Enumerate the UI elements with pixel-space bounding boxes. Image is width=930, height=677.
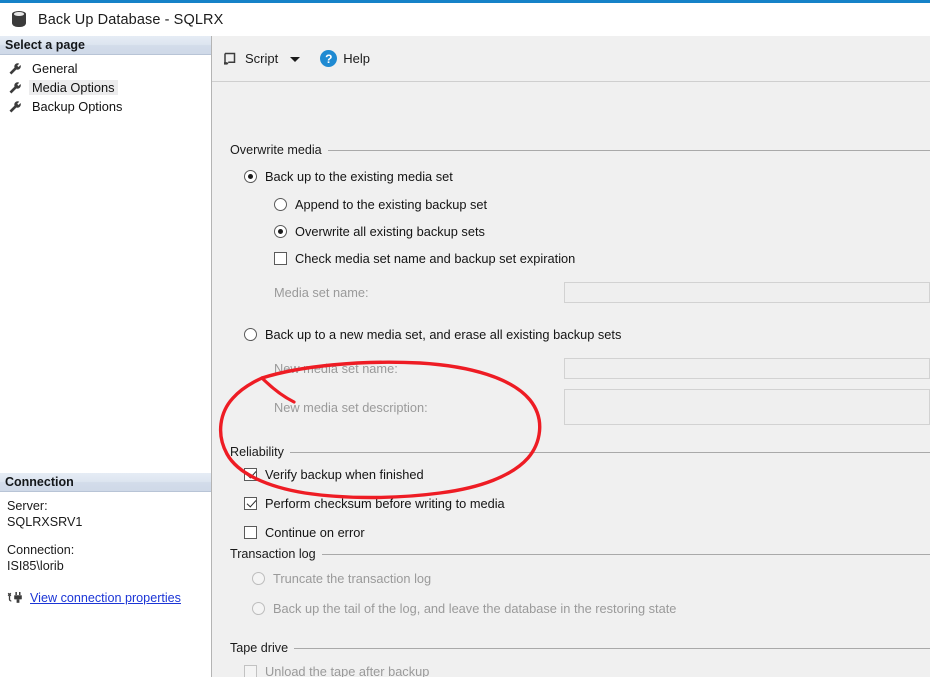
overwrite-media-title-row: Overwrite media <box>230 142 930 158</box>
view-connection-properties-row[interactable]: View connection properties <box>7 591 211 605</box>
reliability-group: Reliability Verify backup when finished … <box>230 444 930 543</box>
option-label: Unload the tape after backup <box>265 663 430 677</box>
group-title: Transaction log <box>230 547 316 561</box>
new-media-set-name-input[interactable] <box>564 357 930 379</box>
option-label: Continue on error <box>265 524 365 540</box>
sidebar-item-media-options[interactable]: Media Options <box>0 78 211 97</box>
transaction-log-group: Transaction log Truncate the transaction… <box>230 546 930 619</box>
page-list: General Media Options Backup Options <box>0 55 211 116</box>
checkbox-verify-backup-when-finished[interactable]: Verify backup when finished <box>244 463 930 485</box>
connection-user-label: Connection: <box>7 543 75 557</box>
new-media-set-description-row: New media set description: <box>274 387 930 427</box>
help-question-icon: ? <box>320 50 338 67</box>
sidebar-item-backup-options[interactable]: Backup Options <box>0 97 211 116</box>
sidebar: Select a page General Media Options Back… <box>0 36 211 677</box>
script-icon <box>222 50 239 67</box>
help-button[interactable]: ? Help <box>300 50 370 67</box>
connection-header-label: Connection <box>5 475 74 489</box>
new-media-set-description-label: New media set description: <box>274 399 428 415</box>
checkbox-check-media-set-name[interactable]: Check media set name and backup set expi… <box>274 247 930 269</box>
checkbox-indicator <box>244 664 257 677</box>
tape-drive-group: Tape drive Unload the tape after backup … <box>230 640 930 677</box>
view-connection-properties-link[interactable]: View connection properties <box>30 591 181 605</box>
reliability-title-row: Reliability <box>230 444 930 460</box>
server-value: SQLRXSRV1 <box>7 515 83 529</box>
overwrite-media-group: Overwrite media Back up to the existing … <box>230 142 930 427</box>
radio-indicator[interactable] <box>244 327 257 341</box>
checkbox-indicator[interactable] <box>244 467 257 481</box>
script-label: Script <box>245 51 279 66</box>
checkbox-indicator[interactable] <box>274 251 287 265</box>
sidebar-item-label: Backup Options <box>32 99 123 114</box>
new-media-set-name-row: New media set name: <box>274 355 930 381</box>
sidebar-item-label: Media Options <box>29 80 118 95</box>
radio-truncate-transaction-log: Truncate the transaction log <box>252 567 930 589</box>
media-set-name-label: Media set name: <box>274 284 369 300</box>
help-label: Help <box>343 51 370 66</box>
select-a-page-header: Select a page <box>0 36 211 55</box>
tape-drive-title-row: Tape drive <box>230 640 930 656</box>
radio-backup-tail-of-log: Back up the tail of the log, and leave t… <box>252 597 930 619</box>
radio-indicator[interactable] <box>244 169 257 183</box>
option-label: Check media set name and backup set expi… <box>295 250 576 266</box>
wrench-icon <box>8 62 22 76</box>
media-set-name-row: Media set name: <box>274 279 930 305</box>
radio-indicator[interactable] <box>274 197 287 211</box>
sidebar-item-label: General <box>32 61 78 76</box>
option-label: Truncate the transaction log <box>273 570 432 586</box>
new-media-set-description-input[interactable] <box>564 389 930 425</box>
server-label: Server: <box>7 499 48 513</box>
radio-overwrite-all-backup-sets[interactable]: Overwrite all existing backup sets <box>274 220 930 242</box>
wrench-icon <box>8 100 22 114</box>
connection-user-value: ISI85\lorib <box>7 559 64 573</box>
checkbox-indicator[interactable] <box>244 525 257 539</box>
backup-database-dialog: Back Up Database - SQLRX Select a page G… <box>0 0 930 677</box>
radio-backup-existing-media-set[interactable]: Back up to the existing media set <box>244 165 930 187</box>
group-divider-line <box>321 553 930 555</box>
option-label: Overwrite all existing backup sets <box>295 223 485 239</box>
connection-details: Server: SQLRXSRV1 Connection: ISI85\lori… <box>0 498 211 605</box>
wrench-icon <box>8 81 22 95</box>
radio-indicator <box>252 601 265 615</box>
option-label: Back up to the existing media set <box>265 168 453 184</box>
radio-indicator[interactable] <box>274 224 287 238</box>
transaction-log-title-row: Transaction log <box>230 546 930 562</box>
group-title: Overwrite media <box>230 143 322 157</box>
radio-indicator <box>252 571 265 585</box>
radio-backup-new-media-set[interactable]: Back up to a new media set, and erase al… <box>244 323 930 345</box>
sidebar-item-general[interactable]: General <box>0 59 211 78</box>
script-button[interactable]: Script <box>222 50 278 67</box>
media-set-name-input[interactable] <box>564 281 930 303</box>
option-label: Perform checksum before writing to media <box>265 495 505 511</box>
group-title: Reliability <box>230 445 284 459</box>
checkbox-unload-tape-after-backup: Unload the tape after backup <box>244 660 930 677</box>
option-label: Verify backup when finished <box>265 466 424 482</box>
media-options-content: Overwrite media Back up to the existing … <box>212 82 930 677</box>
checkbox-continue-on-error[interactable]: Continue on error <box>244 521 930 543</box>
radio-append-existing-backup-set[interactable]: Append to the existing backup set <box>274 193 930 215</box>
group-title: Tape drive <box>230 641 289 655</box>
option-label: Back up to a new media set, and erase al… <box>265 326 622 342</box>
group-divider-line <box>327 149 930 151</box>
group-divider-line <box>289 451 930 453</box>
connection-header: Connection <box>0 473 211 492</box>
title-bar: Back Up Database - SQLRX <box>0 3 930 36</box>
toolbar: Script ? Help <box>212 36 930 82</box>
option-label: Back up the tail of the log, and leave t… <box>273 600 677 616</box>
database-cylinder-icon <box>9 10 29 30</box>
new-media-set-name-label: New media set name: <box>274 360 398 376</box>
plug-icon <box>7 591 24 605</box>
chevron-down-icon[interactable] <box>290 57 301 62</box>
group-divider-line <box>294 647 930 649</box>
select-a-page-label: Select a page <box>5 38 85 52</box>
option-label: Append to the existing backup set <box>295 196 488 212</box>
checkbox-perform-checksum[interactable]: Perform checksum before writing to media <box>244 492 930 514</box>
checkbox-indicator[interactable] <box>244 496 257 510</box>
window-title: Back Up Database - SQLRX <box>38 11 224 28</box>
right-panel: Script ? Help Overwrite media Back up to… <box>212 36 930 677</box>
